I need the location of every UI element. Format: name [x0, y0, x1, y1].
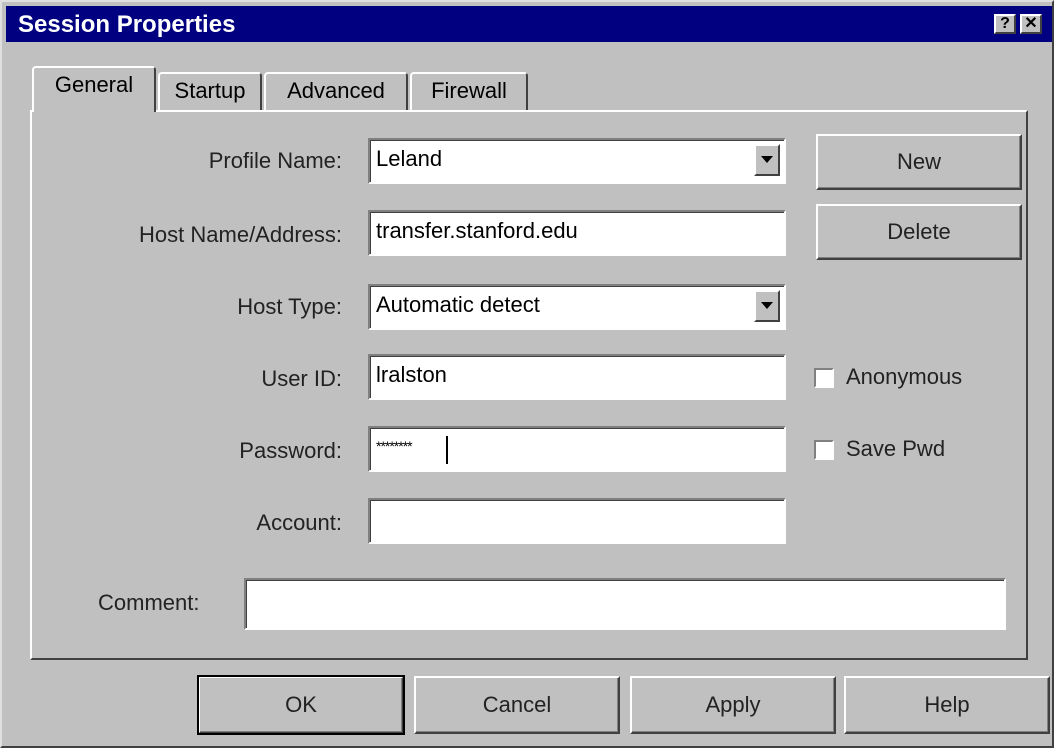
tab-firewall[interactable]: Firewall — [410, 72, 528, 112]
host-name-value: transfer.stanford.edu — [376, 218, 578, 243]
password-input[interactable]: ******** — [368, 426, 786, 472]
host-type-dropdown[interactable]: Automatic detect — [368, 284, 786, 330]
help-button[interactable]: Help — [844, 676, 1050, 734]
title-bar: Session Properties ? ✕ — [6, 6, 1052, 42]
comment-input[interactable] — [244, 578, 1006, 630]
apply-button[interactable]: Apply — [630, 676, 836, 734]
password-label: Password: — [239, 438, 342, 463]
host-type-value: Automatic detect — [376, 292, 540, 317]
anonymous-label[interactable]: Anonymous — [846, 364, 962, 390]
account-label: Account: — [256, 510, 342, 535]
text-caret — [446, 436, 448, 464]
cancel-button[interactable]: Cancel — [414, 676, 620, 734]
account-input[interactable] — [368, 498, 786, 544]
host-type-label: Host Type: — [237, 294, 342, 319]
host-name-input[interactable]: transfer.stanford.edu — [368, 210, 786, 256]
session-properties-dialog: Session Properties ? ✕ General Startup A… — [0, 0, 1054, 748]
profile-name-dropdown[interactable]: Leland — [368, 138, 786, 184]
save-pwd-checkbox[interactable] — [814, 440, 834, 460]
user-id-label: User ID: — [261, 366, 342, 391]
host-name-label: Host Name/Address: — [139, 222, 342, 247]
profile-name-label: Profile Name: — [208, 148, 342, 173]
close-icon[interactable]: ✕ — [1020, 14, 1042, 34]
user-id-value: lralston — [376, 362, 447, 387]
tab-general[interactable]: General — [32, 66, 156, 112]
ok-button[interactable]: OK — [197, 675, 405, 735]
new-button[interactable]: New — [816, 134, 1022, 190]
anonymous-checkbox[interactable] — [814, 368, 834, 388]
chevron-down-icon[interactable] — [754, 290, 780, 322]
window-title: Session Properties — [18, 11, 236, 38]
password-value: ******** — [376, 438, 413, 454]
tab-advanced[interactable]: Advanced — [264, 72, 408, 112]
delete-button[interactable]: Delete — [816, 204, 1022, 260]
save-pwd-label[interactable]: Save Pwd — [846, 436, 945, 462]
tab-startup[interactable]: Startup — [158, 72, 262, 112]
chevron-down-icon[interactable] — [754, 144, 780, 176]
profile-name-value: Leland — [376, 146, 443, 171]
help-icon[interactable]: ? — [994, 14, 1016, 34]
user-id-input[interactable]: lralston — [368, 354, 786, 400]
comment-label: Comment: — [98, 590, 200, 615]
